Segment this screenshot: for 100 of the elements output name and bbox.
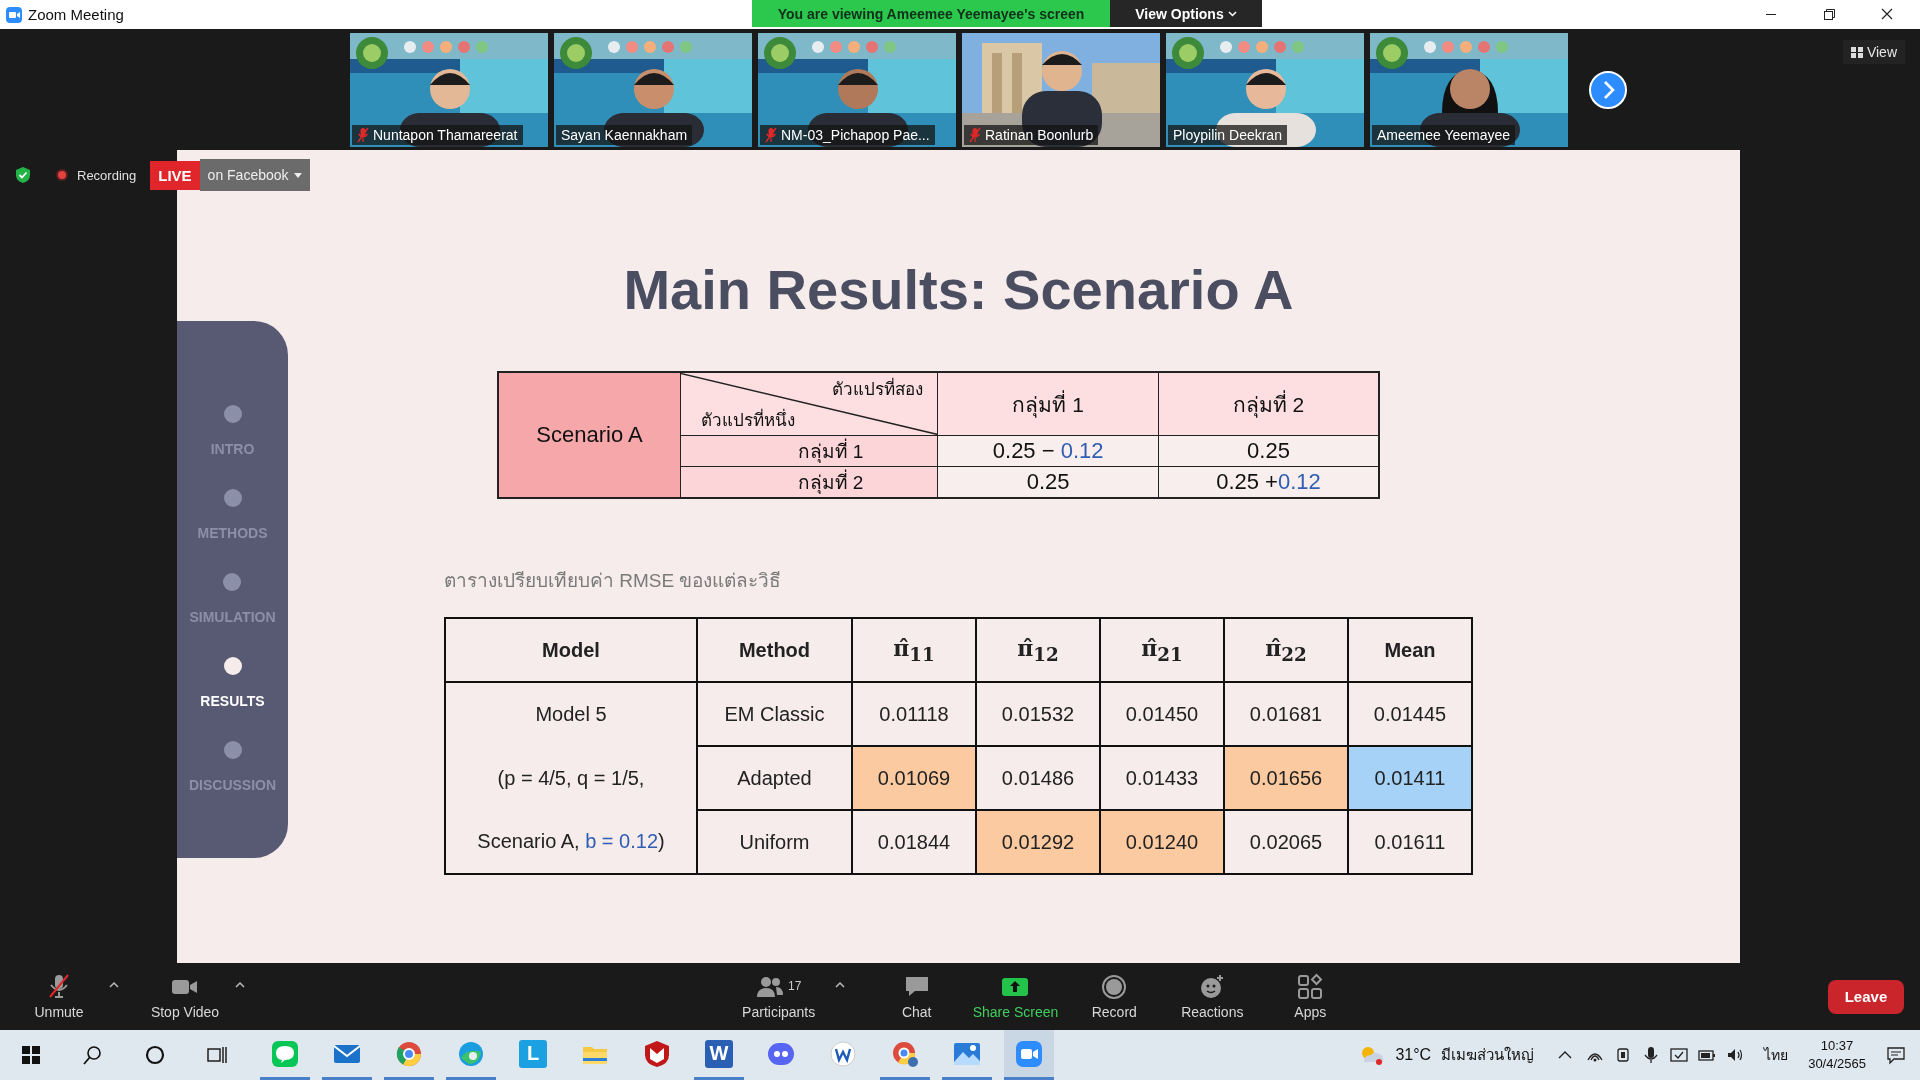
app-icon: L — [519, 1039, 547, 1068]
caret-icon — [293, 172, 302, 178]
record-icon — [1100, 973, 1129, 999]
table-cell: 0.01532 — [976, 682, 1100, 746]
column-header: ตัวแปรที่สอง — [832, 375, 924, 402]
nav-dot[interactable] — [223, 741, 242, 759]
table-cell: Uniform — [697, 810, 852, 874]
grid-icon — [1850, 46, 1863, 58]
circle-icon[interactable] — [145, 1045, 165, 1065]
app-icon — [829, 1039, 857, 1068]
checkbox-icon[interactable] — [1670, 1046, 1689, 1064]
table-cell: 0.25 +0.12 — [1158, 466, 1379, 498]
browser-icon — [891, 1039, 919, 1068]
reactions-button[interactable]: Reactions — [1170, 973, 1255, 1020]
caret-up-icon[interactable] — [109, 981, 119, 988]
apps-button[interactable]: Apps — [1268, 973, 1353, 1020]
participant-name: Nuntapon Thamareerat — [373, 127, 518, 143]
search-icon[interactable] — [83, 1045, 103, 1065]
windows-start-icon[interactable] — [21, 1045, 41, 1065]
nav-dot[interactable] — [223, 489, 242, 507]
taskbar-button[interactable]: W — [694, 1030, 744, 1080]
table-cell: 0.01069 — [852, 746, 976, 810]
live-badge: LIVE — [150, 160, 200, 190]
view-options-button[interactable]: View Options — [1110, 0, 1262, 27]
language-indicator[interactable]: ไทย — [1764, 1044, 1789, 1066]
zoom-app-icon — [6, 6, 22, 23]
document-app-icon: W — [705, 1039, 733, 1068]
table-cell: 0.01240 — [1100, 810, 1224, 874]
participant-name: Ratinan Boonlurb — [985, 127, 1094, 143]
video-button[interactable]: Stop Video — [143, 973, 227, 1020]
nav-dot[interactable] — [223, 405, 242, 423]
notifications-icon[interactable] — [1886, 1045, 1906, 1065]
table-cell: 0.01411 — [1348, 746, 1472, 810]
table-header: Method — [697, 618, 852, 682]
browser-icon — [395, 1039, 423, 1068]
participant-name: NM-03_Pichapop Pae... — [781, 127, 930, 143]
muted-microphone-icon — [969, 127, 981, 143]
weather-text[interactable]: มีเมฆส่วนใหญ่ — [1441, 1043, 1535, 1067]
weather-icon[interactable] — [1359, 1044, 1386, 1066]
table-cell: 0.01656 — [1224, 746, 1348, 810]
caret-up-icon[interactable] — [834, 981, 845, 988]
live-destination-button[interactable]: on Facebook — [199, 159, 310, 191]
row-label: กลุ่มที่ 1 — [680, 435, 938, 467]
table-cell: 0.25 — [1158, 435, 1379, 467]
scenario-cell: Scenario A — [498, 372, 681, 498]
next-page-button[interactable] — [1588, 70, 1628, 110]
participant-name: Ploypilin Deekran — [1173, 127, 1282, 143]
table-cell: 0.02065 — [1224, 810, 1348, 874]
task-view-icon[interactable] — [207, 1045, 227, 1065]
table-header: Mean — [1348, 618, 1472, 682]
recording-dot-icon — [55, 168, 69, 182]
row-label: กลุ่มที่ 2 — [680, 466, 938, 498]
table-cell: Model 5 — [445, 682, 697, 746]
window-title: Zoom Meeting — [28, 6, 124, 23]
chat-button[interactable]: Chat — [874, 973, 959, 1020]
muted-microphone-icon — [357, 127, 369, 143]
taskbar-button[interactable] — [1004, 1030, 1054, 1080]
table-cell: 0.25 − 0.12 — [937, 435, 1159, 467]
record-button[interactable]: Record — [1072, 973, 1157, 1020]
nav-label[interactable]: RESULTS — [200, 693, 265, 709]
shield-icon — [643, 1039, 671, 1068]
clock-date[interactable]: 30/4/2565 — [1808, 1055, 1866, 1073]
shield-icon — [15, 166, 31, 184]
table-cell: 0.01292 — [976, 810, 1100, 874]
table-header: π̂$_{11}$ — [852, 618, 976, 682]
chat-app-icon — [271, 1039, 299, 1068]
table-cell: Scenario A, b = 0.12) — [445, 810, 697, 874]
chevron-up-icon[interactable] — [1558, 1050, 1573, 1060]
caret-up-icon[interactable] — [235, 981, 245, 988]
recording-label: Recording — [77, 167, 137, 183]
temperature[interactable]: 31°C — [1395, 1046, 1432, 1064]
nav-dot[interactable] — [223, 657, 242, 675]
participant-name: Ameemee Yeemayee — [1377, 127, 1511, 143]
muted-microphone-icon — [765, 127, 777, 143]
leave-button[interactable]: Leave — [1828, 979, 1904, 1014]
table-cell: EM Classic — [697, 682, 852, 746]
table-header: Model — [445, 618, 697, 682]
row-header: ตัวแปรที่หนึ่ง — [701, 406, 796, 433]
caret-icon — [1227, 10, 1237, 17]
apps-icon — [1296, 973, 1325, 999]
table-header: π̂$_{21}$ — [1100, 618, 1224, 682]
table-cell: 0.01611 — [1348, 810, 1472, 874]
table-cell: (p = 4/5, q = 1/5, — [445, 746, 697, 810]
table-header: กลุ่มที่ 2 — [1158, 372, 1379, 436]
table-caption: ตารางเปรียบเทียบค่า RMSE ของแต่ละวิธี — [444, 569, 783, 593]
microphone-button[interactable]: Unmute — [17, 973, 101, 1020]
table-cell: 0.25 — [937, 466, 1159, 498]
banner-text: You are viewing Ameemee Yeemayee's screen — [752, 0, 1110, 27]
table-header: กลุ่มที่ 1 — [937, 372, 1159, 436]
view-button[interactable]: View — [1842, 40, 1905, 64]
table-header: π̂$_{12}$ — [976, 618, 1100, 682]
nav-dot[interactable] — [223, 573, 242, 591]
slide-title: Main Results: Scenario A — [622, 257, 1295, 323]
table-cell: 0.01450 — [1100, 682, 1224, 746]
share-screen-button[interactable]: Share Screen — [972, 973, 1059, 1020]
clock-time[interactable]: 10:37 — [1820, 1037, 1854, 1055]
participants-button[interactable]: 17 Participants — [736, 973, 821, 1020]
participant-name: Sayan Kaennakham — [561, 127, 688, 143]
table-header: π̂$_{22}$ — [1224, 618, 1348, 682]
browser-icon — [457, 1039, 485, 1068]
